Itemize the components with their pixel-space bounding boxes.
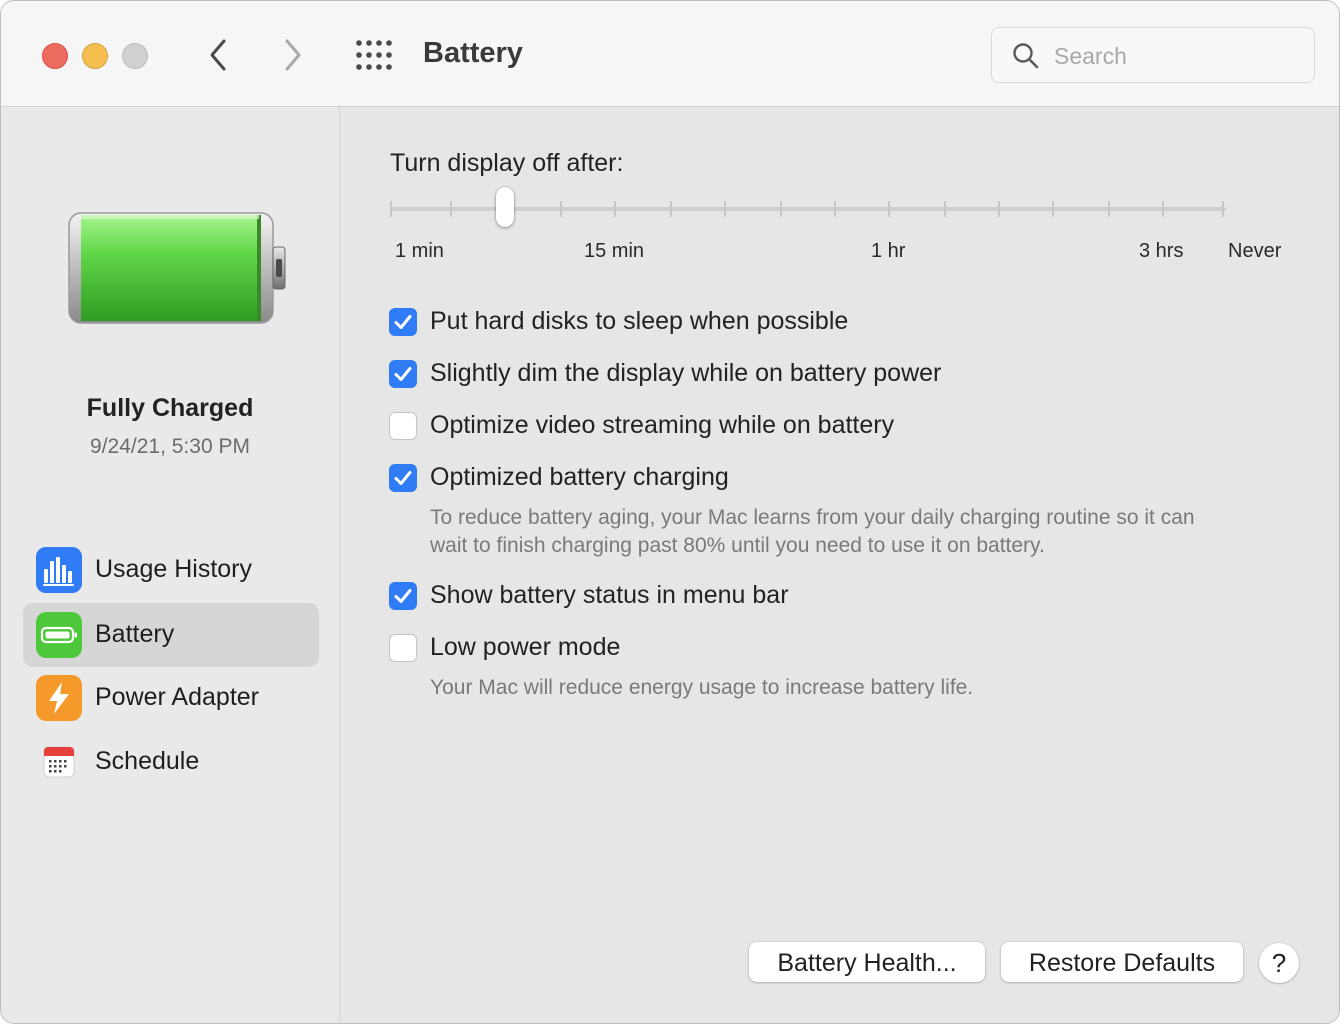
power-adapter-icon — [36, 675, 82, 721]
sidebar-item-label: Power Adapter — [95, 683, 259, 711]
checkbox[interactable] — [389, 308, 417, 336]
checkmark-icon — [394, 315, 412, 329]
grid-icon — [356, 40, 392, 70]
help-button[interactable]: ? — [1259, 943, 1299, 983]
restore-defaults-button[interactable]: Restore Defaults — [1001, 942, 1243, 982]
sidebar-item-power-adapter[interactable]: Power Adapter — [23, 666, 319, 730]
option-label: Slightly dim the display while on batter… — [430, 359, 942, 387]
display-off-slider-track[interactable] — [390, 207, 1226, 211]
battery-status-title: Fully Charged — [86, 394, 254, 422]
slider-tick — [998, 201, 1000, 217]
description-line: Your Mac will reduce energy usage to inc… — [430, 676, 974, 699]
search-icon — [1013, 43, 1039, 69]
usage-history-icon — [36, 547, 82, 593]
battery-health-button[interactable]: Battery Health... — [749, 942, 985, 982]
window-title: Battery — [423, 37, 523, 69]
display-off-label: Turn display off after: — [390, 149, 624, 177]
schedule-icon — [36, 739, 82, 785]
search-field[interactable] — [991, 27, 1315, 83]
battery-status-date: 9/24/21, 5:30 PM — [90, 435, 250, 458]
slider-tick — [834, 201, 836, 217]
close-window-button[interactable] — [42, 43, 68, 69]
slider-tick — [1108, 201, 1110, 217]
checkbox[interactable] — [389, 412, 417, 440]
slider-tick — [390, 201, 392, 217]
main-pane — [340, 107, 1339, 1023]
option-label: Put hard disks to sleep when possible — [430, 307, 849, 335]
checkbox[interactable] — [389, 582, 417, 610]
checkmark-icon — [394, 367, 412, 381]
zoom-window-button[interactable] — [122, 43, 148, 69]
sidebar-item-label: Battery — [95, 620, 175, 648]
slider-tick — [560, 201, 562, 217]
minimize-window-button[interactable] — [82, 43, 108, 69]
low-power-mode-description: Your Mac will reduce energy usage to inc… — [430, 674, 973, 702]
checkbox[interactable] — [389, 464, 417, 492]
option-label: Optimized battery charging — [430, 463, 729, 491]
checkmark-icon — [394, 589, 412, 603]
slider-tick — [944, 201, 946, 217]
sidebar-item-label: Schedule — [95, 747, 200, 775]
option-label: Optimize video streaming while on batter… — [430, 411, 895, 439]
option-label: Show battery status in menu bar — [430, 581, 789, 609]
sidebar-item-label: Usage History — [95, 555, 252, 583]
slider-tick — [1162, 201, 1164, 217]
slider-tick — [888, 201, 890, 217]
checkbox[interactable] — [389, 360, 417, 388]
tick-label-1-min: 1 min — [395, 240, 444, 262]
option-label: Low power mode — [430, 633, 621, 661]
tick-label-15-min: 15 min — [584, 240, 645, 262]
back-button[interactable] — [200, 35, 236, 75]
chevron-right-icon — [285, 39, 301, 71]
sidebar-item-schedule[interactable]: Schedule — [23, 730, 319, 794]
show-all-button[interactable] — [355, 39, 395, 71]
tick-label-never: Never — [1228, 240, 1282, 262]
slider-tick — [450, 201, 452, 217]
tick-label-3-hrs: 3 hrs — [1139, 240, 1184, 262]
sidebar-item-usage-history[interactable]: Usage History — [23, 538, 319, 602]
tick-label-1-hr: 1 hr — [871, 240, 906, 262]
search-input[interactable] — [1052, 38, 1296, 74]
description-line: wait to finish charging past 80% until y… — [430, 534, 1045, 557]
chevron-left-icon — [210, 39, 226, 71]
slider-tick — [1222, 201, 1224, 217]
description-line: To reduce battery aging, your Mac learns… — [430, 506, 1195, 529]
battery-status-icon — [68, 212, 286, 324]
titlebar: Battery — [1, 1, 1339, 107]
forward-button[interactable] — [275, 35, 311, 75]
display-off-slider-thumb[interactable] — [496, 187, 514, 227]
optimized-charging-description: To reduce battery aging, your Mac learns… — [430, 504, 1195, 560]
slider-tick — [724, 201, 726, 217]
sidebar-item-battery[interactable]: Battery — [23, 603, 319, 667]
slider-tick — [670, 201, 672, 217]
slider-tick — [1052, 201, 1054, 217]
battery-icon — [36, 612, 82, 658]
slider-tick — [780, 201, 782, 217]
slider-tick — [614, 201, 616, 217]
system-preferences-window: Battery Search Fully Charged 9/24/21, 5:… — [0, 0, 1340, 1024]
checkmark-icon — [394, 471, 412, 485]
checkbox[interactable] — [389, 634, 417, 662]
